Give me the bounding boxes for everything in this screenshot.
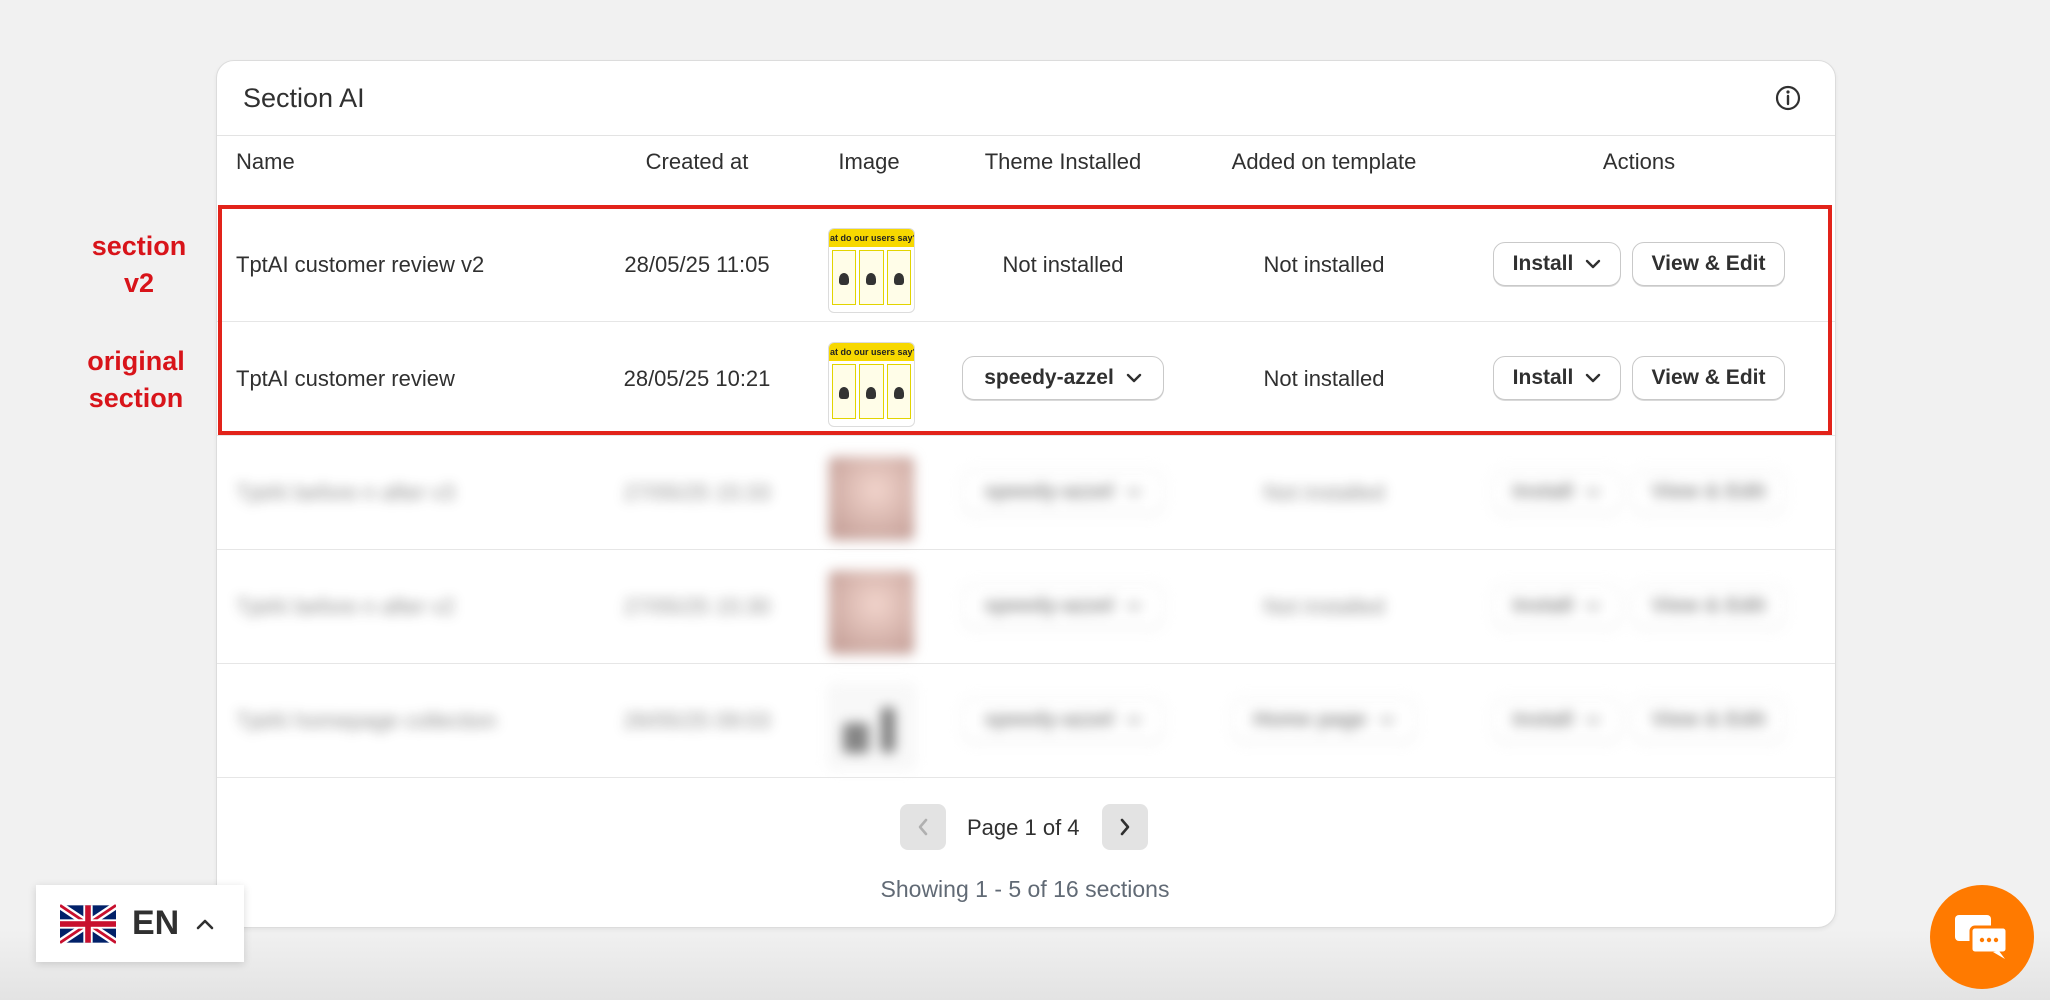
table-row: TptAI homepage collection 26/05/25 09:03… <box>217 663 1835 778</box>
install-label: Install <box>1512 480 1574 503</box>
uk-flag-icon <box>60 903 116 944</box>
theme-select[interactable]: speedy-azzel <box>962 698 1164 742</box>
view-edit-button[interactable]: View & Edit <box>1632 470 1785 514</box>
annotation-text: original section <box>87 346 185 413</box>
row-created: 28/05/25 11:05 <box>624 252 770 277</box>
column-header-actions: Actions <box>1602 149 1676 174</box>
row-name: TptAI customer review v2 <box>236 252 485 277</box>
row-template-status: Not installed <box>1263 366 1385 391</box>
view-edit-button[interactable]: View & Edit <box>1632 242 1785 286</box>
install-label: Install <box>1512 252 1574 275</box>
template-select-label: Home page <box>1253 708 1367 731</box>
row-theme-status: Not installed <box>1002 252 1124 277</box>
thumbnail-heading: at do our users say? <box>829 229 914 247</box>
row-name: TptAI homepage collection <box>236 708 497 733</box>
chevron-down-icon <box>1586 716 1601 725</box>
row-name: TptAI before n after v3 <box>236 480 455 505</box>
page-title: Section AI <box>243 83 365 113</box>
chat-launcher-button[interactable] <box>1930 885 2034 989</box>
section-thumbnail <box>828 570 915 655</box>
section-thumbnail: at do our users say? <box>828 342 915 427</box>
table-row: TptAI customer review v2 28/05/25 11:05 … <box>217 207 1835 322</box>
language-selector[interactable]: EN <box>36 885 244 962</box>
section-thumbnail: at do our users say? <box>828 228 915 313</box>
chevron-down-icon <box>1586 259 1601 269</box>
theme-select[interactable]: speedy-azzel <box>962 470 1164 514</box>
annotation-original-section: original section <box>70 343 202 417</box>
install-button[interactable]: Install <box>1493 584 1621 628</box>
column-header-theme: Theme Installed <box>984 149 1142 174</box>
chevron-down-icon <box>1586 488 1601 497</box>
theme-select-label: speedy-azzel <box>984 594 1114 617</box>
row-name: TptAI before n after v2 <box>236 594 455 619</box>
install-label: Install <box>1512 708 1574 731</box>
annotation-section-v2: section v2 <box>78 228 200 302</box>
info-icon[interactable] <box>1773 83 1803 113</box>
chevron-down-icon <box>1126 373 1141 383</box>
view-edit-button[interactable]: View & Edit <box>1632 356 1785 400</box>
table-row: TptAI before n after v2 27/05/25 15:30 s… <box>217 549 1835 664</box>
install-button[interactable]: Install <box>1493 470 1621 514</box>
language-code: EN <box>132 904 180 942</box>
install-button[interactable]: Install <box>1493 356 1621 400</box>
section-ai-card: Section AI Name Created at Image Theme I… <box>216 60 1836 928</box>
chevron-down-icon <box>1586 602 1601 611</box>
chevron-left-icon <box>918 818 928 836</box>
next-page-button[interactable] <box>1102 804 1148 850</box>
table-row: TptAI before n after v3 27/05/25 15:33 s… <box>217 435 1835 550</box>
column-header-created: Created at <box>645 149 749 174</box>
column-header-image: Image <box>838 149 900 174</box>
row-created: 28/05/25 10:21 <box>623 366 771 391</box>
theme-select[interactable]: speedy-azzel <box>962 584 1164 628</box>
chevron-down-icon <box>1126 602 1141 611</box>
row-template-status: Not installed <box>1263 480 1385 505</box>
chat-bubble-icon <box>1955 915 2009 959</box>
chevron-down-icon <box>1126 488 1141 497</box>
annotation-text: section v2 <box>91 231 187 298</box>
thumbnail-heading: at do our users say? <box>829 343 914 361</box>
column-header-name: Name <box>236 149 295 174</box>
bottom-shadow <box>0 930 2050 1000</box>
chevron-right-icon <box>1120 818 1130 836</box>
column-header-template: Added on template <box>1231 149 1417 174</box>
install-button[interactable]: Install <box>1493 698 1621 742</box>
install-label: Install <box>1512 366 1574 389</box>
results-summary: Showing 1 - 5 of 16 sections <box>880 876 1170 902</box>
previous-page-button[interactable] <box>900 804 946 850</box>
row-name: TptAI customer review <box>236 366 455 391</box>
table-row: TptAI customer review 28/05/25 10:21 at … <box>217 321 1835 436</box>
install-label: Install <box>1512 594 1574 617</box>
chevron-up-icon <box>196 919 214 929</box>
section-thumbnail <box>828 684 915 769</box>
theme-select[interactable]: speedy-azzel <box>962 356 1164 400</box>
card-header: Section AI <box>217 61 1835 136</box>
install-button[interactable]: Install <box>1493 242 1621 286</box>
row-created: 27/05/25 15:30 <box>623 594 771 619</box>
theme-select-label: speedy-azzel <box>984 480 1114 503</box>
theme-select-label: speedy-azzel <box>984 708 1114 731</box>
row-template-status: Not installed <box>1263 594 1385 619</box>
chevron-down-icon <box>1126 716 1141 725</box>
row-created: 27/05/25 15:33 <box>623 480 771 505</box>
template-select[interactable]: Home page <box>1232 698 1416 742</box>
section-thumbnail <box>828 456 915 541</box>
chevron-down-icon <box>1586 373 1601 383</box>
chevron-down-icon <box>1379 716 1394 725</box>
row-template-status: Not installed <box>1263 252 1385 277</box>
row-created: 26/05/25 09:03 <box>623 708 771 733</box>
view-edit-button[interactable]: View & Edit <box>1632 698 1785 742</box>
view-edit-button[interactable]: View & Edit <box>1632 584 1785 628</box>
theme-select-label: speedy-azzel <box>984 366 1114 389</box>
page-indicator: Page 1 of 4 <box>967 815 1080 840</box>
